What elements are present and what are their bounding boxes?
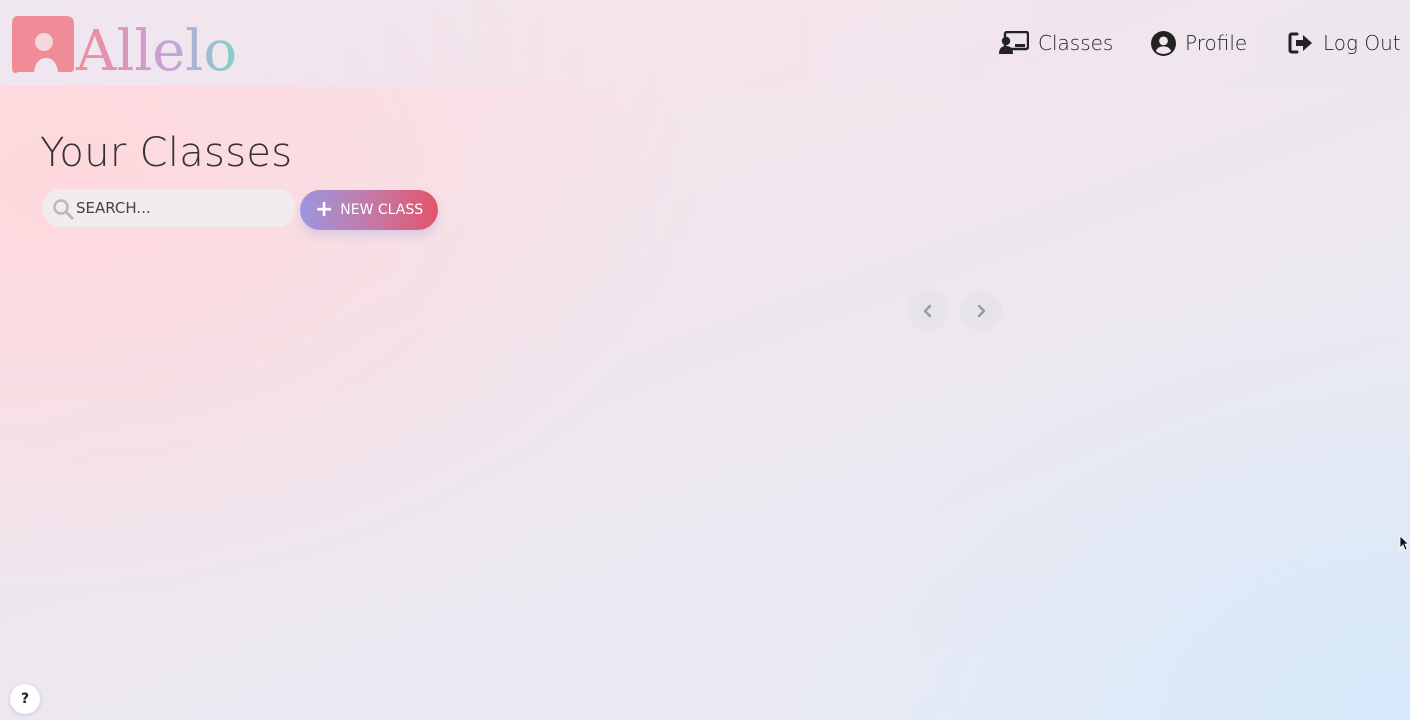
mouse-cursor-icon [1399,535,1409,551]
help-button[interactable]: ? [10,684,40,714]
nav-logout-label: Log Out [1323,31,1401,55]
logout-icon [1288,32,1312,54]
user-circle-icon [1151,30,1176,56]
search-input[interactable] [76,189,286,227]
search-icon [53,199,74,220]
carousel-next-button[interactable] [960,291,1002,331]
nav-classes[interactable]: Classes [999,28,1113,58]
new-class-label: NEW CLASS [340,202,424,218]
allelo-logo[interactable]: Allelo [12,14,242,78]
logo-wordmark: Allelo [75,19,237,78]
nav-profile-label: Profile [1185,31,1248,55]
carousel-prev-button[interactable] [907,291,949,331]
new-class-button[interactable]: + NEW CLASS [300,190,438,230]
search-box[interactable] [42,189,296,227]
top-navbar: Allelo Classes Profile Log Out [0,0,1410,86]
plus-icon: + [314,197,334,222]
nav-profile[interactable]: Profile [1151,28,1247,58]
chevron-right-icon [977,304,986,318]
nav-logout[interactable]: Log Out [1288,28,1401,58]
nav-classes-label: Classes [1038,31,1114,55]
page-title: Your Classes [40,130,293,176]
chevron-left-icon [923,304,932,318]
classes-icon [999,31,1029,54]
